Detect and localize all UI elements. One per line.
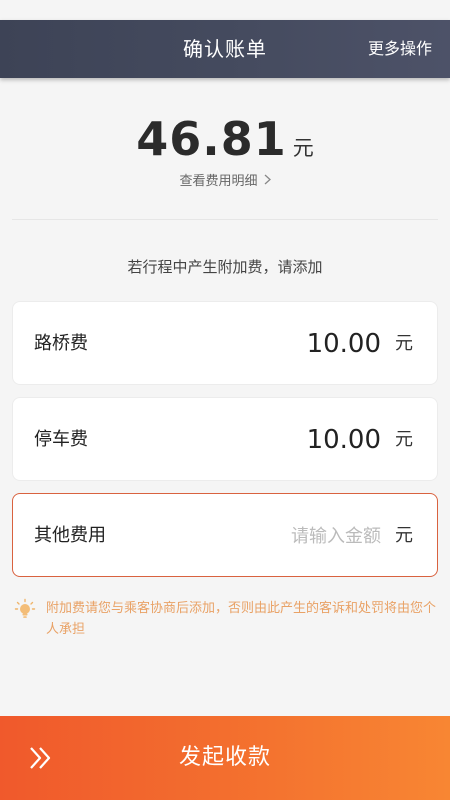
fee-label-toll: 路桥费: [34, 333, 88, 354]
start-payment-label: 发起收款: [178, 745, 271, 770]
view-fee-details-label: 查看费用明细: [179, 174, 258, 189]
amount-summary: 46.81 元 查看费用明细: [0, 112, 450, 189]
view-fee-details-link[interactable]: 查看费用明细: [179, 170, 271, 189]
fee-value-toll[interactable]: 10.00: [307, 302, 381, 386]
start-payment-button[interactable]: 发起收款: [0, 716, 450, 800]
fee-card-parking[interactable]: 停车费 10.00 元: [12, 397, 438, 481]
fee-unit-toll: 元: [395, 333, 413, 354]
status-bar: [0, 0, 450, 20]
fee-card-toll[interactable]: 路桥费 10.00 元: [12, 301, 438, 385]
total-amount: 46.81: [136, 112, 287, 166]
notice-text: 附加费请您与乘客协商后添加，否则由此产生的客诉和处罚将由您个人承担: [46, 601, 437, 637]
notice: 附加费请您与乘客协商后添加，否则由此产生的客诉和处罚将由您个人承担: [14, 598, 438, 640]
app-header: 确认账单 更多操作: [0, 20, 450, 78]
fee-label-other: 其他费用: [34, 525, 106, 546]
more-actions-button[interactable]: 更多操作: [368, 20, 432, 78]
fee-unit-parking: 元: [395, 429, 413, 450]
fee-value-parking[interactable]: 10.00: [307, 398, 381, 482]
total-amount-unit: 元: [292, 136, 314, 160]
chevron-right-icon: [264, 174, 271, 185]
divider: [12, 219, 438, 220]
lightbulb-icon: [14, 598, 36, 618]
extra-fee-hint: 若行程中产生附加费，请添加: [127, 258, 323, 276]
fee-card-other[interactable]: 其他费用 元: [12, 493, 438, 577]
fee-label-parking: 停车费: [34, 429, 88, 450]
other-fee-input[interactable]: [201, 516, 381, 556]
fee-unit-other: 元: [395, 525, 413, 546]
